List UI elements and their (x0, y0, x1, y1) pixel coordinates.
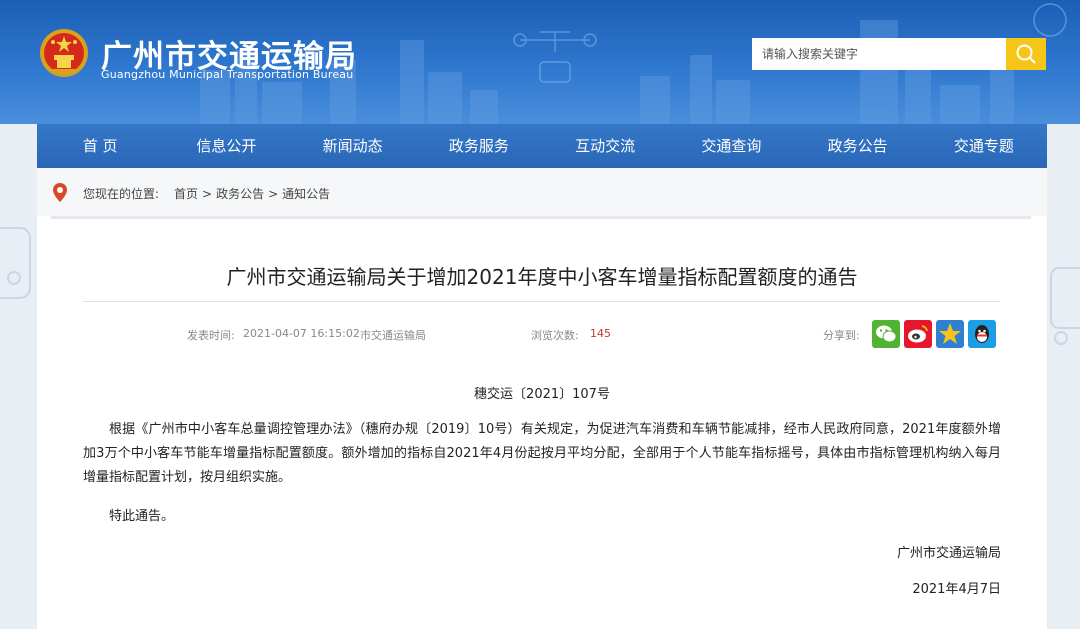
nav-item-topics[interactable]: 交通专题 (921, 124, 1047, 168)
header-banner: 广州市交通运输局 Guangzhou Municipal Transportat… (0, 0, 1080, 124)
published-value: 2021-04-07 16:15:02 (243, 327, 360, 340)
views-label: 浏览次数: (531, 329, 579, 342)
right-side-decoration (1050, 267, 1080, 345)
article-body: 根据《广州市中小客车总量调控管理办法》（穗府办规〔2019〕10号）有关规定，为… (83, 422, 1001, 485)
location-pin-icon (53, 183, 67, 202)
search-input[interactable] (752, 38, 1006, 70)
article-closing: 特此通告。 (109, 509, 175, 524)
weibo-icon[interactable] (904, 320, 932, 348)
national-emblem-icon (40, 29, 88, 77)
published-label: 发表时间: (187, 329, 235, 342)
nav-item-announcements[interactable]: 政务公告 (795, 124, 921, 168)
nav-item-gov-services[interactable]: 政务服务 (416, 124, 542, 168)
breadcrumb-divider (51, 216, 1031, 219)
search-icon (1016, 44, 1036, 64)
breadcrumb-links: 首页 > 政务公告 > 通知公告 (174, 185, 330, 202)
nav-item-traffic-query[interactable]: 交通查询 (668, 124, 794, 168)
site-name-en: Guangzhou Municipal Transportation Burea… (101, 68, 354, 81)
breadcrumb-notices[interactable]: 通知公告 (282, 187, 330, 201)
breadcrumb-label: 您现在的位置: (83, 187, 160, 201)
article-source: 市交通运输局 (360, 329, 426, 342)
article-signature: 广州市交通运输局 (896, 546, 1001, 561)
breadcrumb-separator: > (268, 187, 279, 201)
nav-item-news[interactable]: 新闻动态 (290, 124, 416, 168)
qzone-icon[interactable] (936, 320, 964, 348)
nav-item-home[interactable]: 首 页 (37, 124, 163, 168)
search-button[interactable] (1006, 38, 1046, 70)
main-nav: 首 页 信息公开 新闻动态 政务服务 互动交流 交通查询 政务公告 交通专题 (37, 124, 1047, 168)
article-date: 2021年4月7日 (912, 582, 1001, 597)
nav-item-info-disclosure[interactable]: 信息公开 (163, 124, 289, 168)
article-title: 广州市交通运输局关于增加2021年度中小客车增量指标配置额度的通告 (226, 265, 858, 289)
qq-icon[interactable] (968, 320, 996, 348)
breadcrumb-home[interactable]: 首页 (174, 187, 198, 201)
breadcrumb: 您现在的位置: 首页 > 政务公告 > 通知公告 (37, 168, 1047, 216)
wechat-icon[interactable] (872, 320, 900, 348)
share-label: 分享到: (823, 329, 860, 342)
content-panel: 您现在的位置: 首页 > 政务公告 > 通知公告 广州市交通运输局关于增加2021年度中… (37, 168, 1047, 629)
document-number: 穗交运〔2021〕107号 (474, 387, 610, 402)
breadcrumb-separator: > (202, 187, 213, 201)
nav-item-interaction[interactable]: 互动交流 (542, 124, 668, 168)
left-side-decoration (0, 227, 31, 299)
breadcrumb-announcements[interactable]: 政务公告 (216, 187, 264, 201)
title-divider (83, 301, 1000, 302)
views-count: 145 (590, 327, 611, 340)
